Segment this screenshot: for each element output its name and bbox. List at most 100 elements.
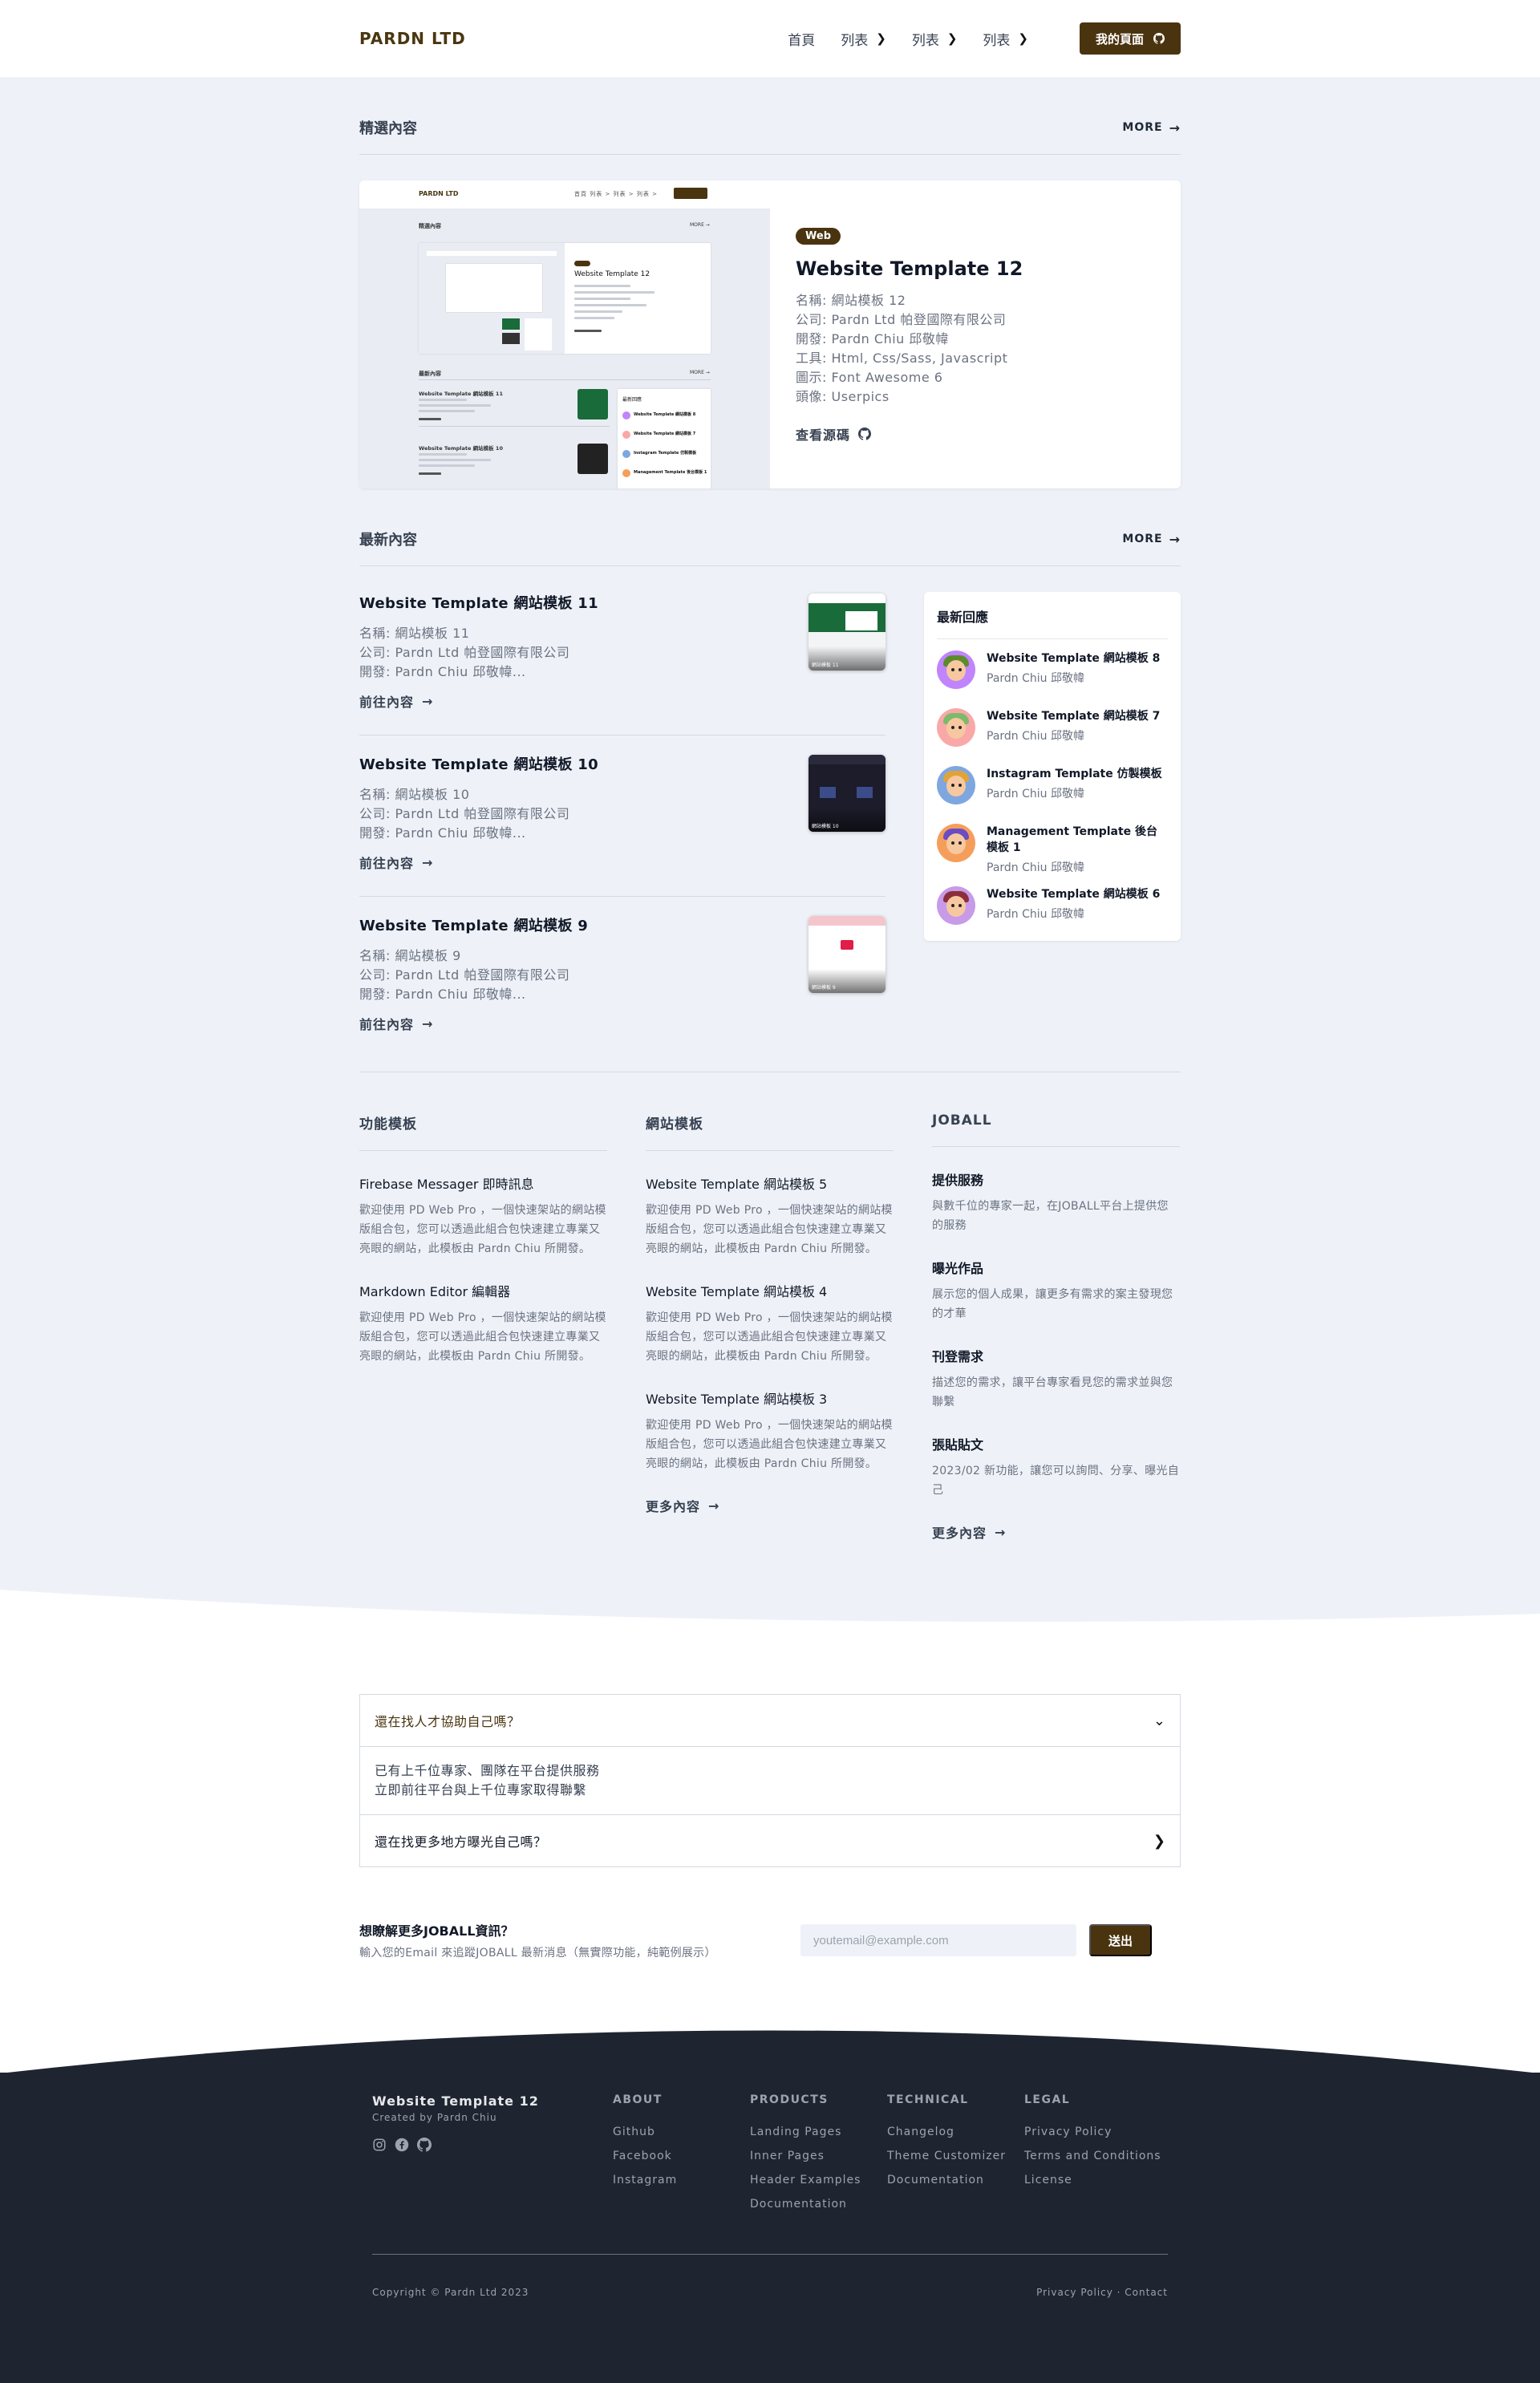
more-content-link[interactable]: 更多內容 →: [932, 1522, 1006, 1542]
reply-title[interactable]: Website Template 網站模板 6: [987, 886, 1160, 902]
column-item-title[interactable]: Website Template 網站模板 5: [646, 1173, 894, 1193]
nav-list-3[interactable]: 列表 ❯: [983, 29, 1028, 49]
reply-title[interactable]: Website Template 網站模板 8: [987, 650, 1160, 667]
go-to-content-link[interactable]: 前往內容 →: [359, 853, 433, 872]
footer-link[interactable]: Inner Pages: [750, 2150, 887, 2162]
avatar: [937, 886, 975, 925]
reply-item[interactable]: Website Template 網站模板 8 Pardn Chiu 邱敬幃: [937, 639, 1168, 697]
faq-newsletter-section: 還在找人才協助自己嗎？ ⌄ 已有上千位專家、團隊在平台提供服務 立即前往平台與上…: [0, 1638, 1540, 2073]
list-item-title[interactable]: Website Template 網站模板 11: [359, 592, 776, 613]
my-page-button[interactable]: 我的頁面: [1079, 22, 1181, 55]
faq-question-text: 還在找更多地方曝光自己嗎？: [375, 1834, 547, 1850]
meta-tools: 工具: Html, Css/Sass, Javascript: [796, 351, 1008, 366]
latest-more-link[interactable]: MORE →: [1122, 532, 1181, 547]
footer-link[interactable]: Github: [613, 2126, 750, 2138]
thumb-line: [419, 459, 491, 461]
reply-title[interactable]: Management Template 後台模板 1: [987, 824, 1168, 856]
column-item-desc: 歡迎使用 PD Web Pro ，一個快速架站的網站模版組合包，您可以透過此組合…: [646, 1419, 893, 1470]
thumb-caption: 網站模板 9: [812, 985, 836, 991]
featured-item-title[interactable]: Website Template 12: [796, 257, 1155, 280]
column-item-desc: 歡迎使用 PD Web Pro ，一個快速架站的網站模版組合包，您可以透過此組合…: [646, 1204, 893, 1255]
footer-link[interactable]: Changelog: [887, 2126, 1024, 2138]
avatar-eye: [951, 904, 954, 907]
footer-link[interactable]: Documentation: [887, 2174, 1024, 2186]
thumb-button: [674, 188, 707, 199]
footer-link[interactable]: Landing Pages: [750, 2126, 887, 2138]
reply-item[interactable]: Management Template 後台模板 1 Pardn Chiu 邱敬…: [937, 813, 1168, 875]
nav-home[interactable]: 首頁: [788, 29, 815, 49]
latest-section: 最新內容 MORE → Website Template 網站模板 11 名稱: …: [359, 488, 1181, 1057]
view-source-link[interactable]: 查看源碼: [796, 424, 872, 444]
list-item-thumbnail[interactable]: 網站模板 11: [808, 594, 886, 671]
social-links: [372, 2138, 613, 2152]
footer-link[interactable]: Theme Customizer: [887, 2150, 1024, 2162]
column-item-title[interactable]: Website Template 網站模板 4: [646, 1281, 894, 1300]
column-item-title[interactable]: 刊登需求: [932, 1346, 1180, 1365]
thumb-list1: Website Template 網站模板 11: [419, 391, 503, 397]
thumb-line: [574, 285, 630, 287]
reply-item[interactable]: Website Template 網站模板 6 Pardn Chiu 邱敬幃: [937, 875, 1168, 933]
footer-link[interactable]: Privacy Policy: [1024, 2126, 1161, 2138]
faq-question-2[interactable]: 還在找更多地方曝光自己嗎？ ❯: [360, 1815, 1180, 1866]
go-to-content-link[interactable]: 前往內容 →: [359, 1014, 433, 1033]
reply-author: Pardn Chiu 邱敬幃: [987, 861, 1084, 874]
column-item-title[interactable]: 張貼貼文: [932, 1434, 1180, 1453]
github-icon[interactable]: [417, 2138, 432, 2152]
chevron-right-icon: ❯: [876, 31, 886, 46]
nav-list-2[interactable]: 列表 ❯: [912, 29, 958, 49]
brand-logo[interactable]: PARDN LTD: [359, 29, 466, 48]
reply-item[interactable]: Website Template 網站模板 7 Pardn Chiu 邱敬幃: [937, 697, 1168, 755]
column-item-title[interactable]: Website Template 網站模板 3: [646, 1388, 894, 1408]
instagram-icon[interactable]: [372, 2138, 387, 2152]
footer-col-about: ABOUT Github Facebook Instagram: [613, 2093, 750, 2211]
list-item-title[interactable]: Website Template 網站模板 9: [359, 914, 776, 935]
nav-list-1[interactable]: 列表 ❯: [841, 29, 886, 49]
column-item-title[interactable]: 提供服務: [932, 1169, 1180, 1189]
footer-link[interactable]: Documentation: [750, 2198, 887, 2211]
footer-inner: Website Template 12 Created by Pardn Chi…: [359, 2073, 1181, 2298]
column-title: 功能模板: [359, 1112, 607, 1151]
reply-text: Website Template 網站模板 6 Pardn Chiu 邱敬幃: [987, 886, 1160, 922]
column-item-desc: 歡迎使用 PD Web Pro ，一個快速架站的網站模版組合包，您可以透過此組合…: [359, 1311, 606, 1363]
column-item-title[interactable]: Firebase Messager 即時訊息: [359, 1173, 607, 1193]
footer-link[interactable]: Facebook: [613, 2150, 750, 2162]
reply-item[interactable]: Instagram Template 仿製模板 Pardn Chiu 邱敬幃: [937, 755, 1168, 813]
faq-answer-line: 立即前往平台與上千位專家取得聯繫: [375, 1782, 587, 1797]
email-field[interactable]: [800, 1924, 1076, 1956]
thumb-list-image-2: [578, 444, 608, 474]
thumb-caption: 網站模板 10: [812, 824, 839, 829]
list-item-thumbnail[interactable]: 網站模板 10: [808, 755, 886, 832]
thumb-line: [419, 410, 475, 412]
thumb-line: [574, 291, 654, 294]
reply-text: Website Template 網站模板 7 Pardn Chiu 邱敬幃: [987, 708, 1160, 744]
go-to-content-link[interactable]: 前往內容 →: [359, 691, 433, 711]
footer-brand: Website Template 12 Created by Pardn Chi…: [372, 2093, 613, 2211]
footer-link[interactable]: Terms and Conditions: [1024, 2150, 1161, 2162]
thumb-top-bar: [808, 755, 886, 764]
footer-site-name: Website Template 12: [372, 2093, 539, 2109]
list-item-thumbnail[interactable]: 網站模板 9: [808, 916, 886, 993]
thumb-badge: [574, 261, 590, 266]
featured-screenshot[interactable]: PARDN LTD 首頁 列表 > 列表 > 列表 > 精選內容 MORE →: [359, 180, 770, 488]
reply-title[interactable]: Instagram Template 仿製模板: [987, 766, 1162, 782]
facebook-icon[interactable]: [395, 2138, 409, 2152]
footer-link[interactable]: Header Examples: [750, 2174, 887, 2186]
footer-link[interactable]: Instagram: [613, 2174, 750, 2186]
thumb-block: [820, 787, 836, 798]
column-item-title[interactable]: 曝光作品: [932, 1258, 1180, 1277]
arrow-right-icon: →: [995, 1524, 1007, 1540]
list-item-title[interactable]: Website Template 網站模板 10: [359, 753, 776, 774]
site-footer: Website Template 12 Created by Pardn Chi…: [0, 2030, 1540, 2383]
thumb-sec1: 精選內容: [419, 223, 441, 229]
more-content-link[interactable]: 更多內容 →: [646, 1496, 719, 1515]
submit-button[interactable]: 送出: [1089, 1924, 1152, 1956]
featured-more-link[interactable]: MORE →: [1122, 120, 1181, 136]
avatar-face: [946, 776, 966, 796]
column-item-title[interactable]: Markdown Editor 編輯器: [359, 1281, 607, 1300]
reply-title[interactable]: Website Template 網站模板 7: [987, 708, 1160, 724]
featured-card[interactable]: PARDN LTD 首頁 列表 > 列表 > 列表 > 精選內容 MORE →: [359, 180, 1181, 488]
footer-col-title: PRODUCTS: [750, 2093, 829, 2106]
footer-bottom-links[interactable]: Privacy Policy · Contact: [1036, 2287, 1168, 2298]
footer-link[interactable]: License: [1024, 2174, 1161, 2186]
faq-question-1[interactable]: 還在找人才協助自己嗎？ ⌄: [360, 1695, 1180, 1746]
